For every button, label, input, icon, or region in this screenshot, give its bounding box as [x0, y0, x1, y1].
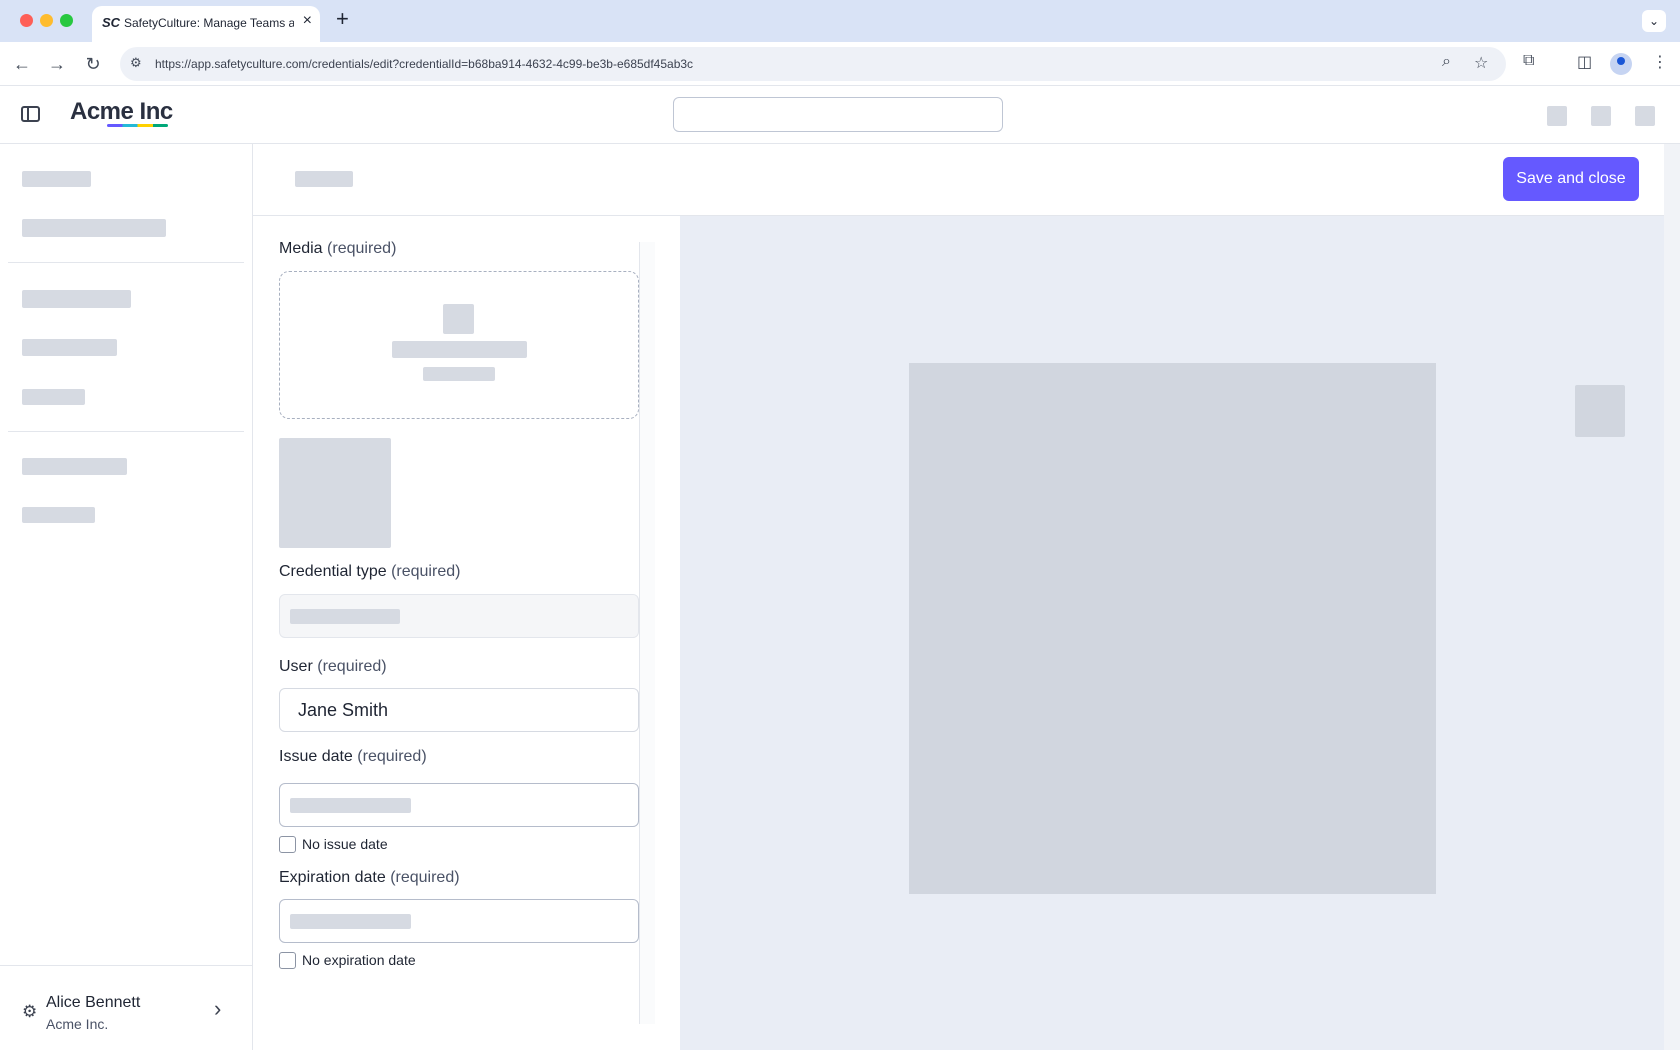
preview-control-placeholder[interactable]	[1575, 385, 1625, 437]
dropzone-text-placeholder	[392, 341, 527, 358]
chevron-right-icon: ›	[214, 996, 222, 1021]
sidebar-item-placeholder[interactable]	[22, 171, 91, 187]
new-tab-icon[interactable]: +	[336, 6, 349, 32]
no-issue-date-label[interactable]: No issue date	[302, 836, 388, 852]
company-logo: Acme Inc	[70, 98, 173, 125]
user-name: Alice Bennett	[46, 994, 141, 1011]
sidebar-item-placeholder[interactable]	[22, 339, 117, 356]
browser-titlebar: SC SafetyCulture: Manage Teams and... × …	[0, 0, 1680, 42]
sidebar-item-placeholder[interactable]	[22, 290, 131, 308]
credential-type-label: Credential type (required)	[279, 563, 461, 580]
save-and-close-button[interactable]: Save and close	[1503, 157, 1639, 201]
media-thumbnail[interactable]	[279, 438, 391, 548]
address-bar[interactable]: ⚙ https://app.safetyculture.com/credenti…	[120, 47, 1506, 81]
user-account-menu[interactable]: ⚙ Alice Bennett Acme Inc. ›	[0, 965, 252, 1050]
header-action-placeholder[interactable]	[1547, 106, 1567, 126]
sidebar-divider	[8, 262, 244, 263]
extensions-icon[interactable]: ⧉	[1523, 52, 1534, 70]
reload-icon[interactable]: ↻	[80, 51, 106, 77]
sidebar-item-placeholder[interactable]	[22, 507, 95, 523]
tab-search-icon[interactable]: ⌄	[1642, 10, 1666, 32]
issue-date-label: Issue date (required)	[279, 748, 427, 765]
expiration-date-label: Expiration date (required)	[279, 869, 460, 886]
gear-icon: ⚙	[22, 1002, 38, 1021]
no-issue-date-checkbox[interactable]	[279, 836, 296, 853]
minimize-window-button[interactable]	[40, 14, 53, 27]
expiration-date-value-placeholder	[290, 914, 411, 929]
app-header: Acme Inc	[0, 86, 1680, 144]
sidebar-item-placeholder[interactable]	[22, 389, 85, 405]
media-label: Media (required)	[279, 240, 397, 257]
side-panel-icon[interactable]: ◫	[1577, 52, 1592, 72]
bookmark-star-icon[interactable]: ☆	[1474, 53, 1488, 73]
media-preview-image	[909, 363, 1436, 894]
expiration-date-input[interactable]	[279, 899, 639, 943]
profile-avatar[interactable]	[1610, 53, 1632, 75]
sidebar: ⚙ Alice Bennett Acme Inc. ›	[0, 144, 253, 1050]
user-label: User (required)	[279, 658, 387, 675]
browser-toolbar: ← → ↻ ⚙ https://app.safetyculture.com/cr…	[0, 42, 1680, 86]
page-header	[253, 144, 1664, 216]
url-text: https://app.safetyculture.com/credential…	[155, 57, 694, 71]
maximize-window-button[interactable]	[60, 14, 73, 27]
header-action-placeholder[interactable]	[1591, 106, 1611, 126]
browser-tab[interactable]: SC SafetyCulture: Manage Teams and... ×	[92, 6, 320, 42]
browser-menu-icon[interactable]: ⋮	[1652, 52, 1668, 72]
favicon-icon: SC	[102, 15, 121, 30]
sidebar-item-placeholder[interactable]	[22, 458, 127, 475]
sidebar-toggle-icon[interactable]	[21, 106, 40, 122]
forward-icon[interactable]: →	[44, 51, 70, 77]
credential-type-value-placeholder	[290, 609, 400, 624]
sidebar-item-placeholder[interactable]	[22, 219, 166, 237]
breadcrumb-placeholder[interactable]	[295, 171, 353, 187]
issue-date-input[interactable]	[279, 783, 639, 827]
logo-underline	[107, 124, 168, 127]
close-window-button[interactable]	[20, 14, 33, 27]
no-expiration-date-checkbox[interactable]	[279, 952, 296, 969]
site-settings-icon[interactable]: ⚙	[130, 55, 142, 71]
tab-close-icon[interactable]: ×	[303, 12, 312, 30]
back-icon[interactable]: ←	[9, 51, 35, 77]
form-scrollbar[interactable]	[639, 242, 655, 1024]
global-search-input[interactable]	[673, 97, 1003, 132]
upload-icon	[443, 304, 474, 334]
tab-title: SafetyCulture: Manage Teams and...	[124, 16, 294, 30]
user-organization: Acme Inc.	[46, 1016, 109, 1032]
credential-type-select[interactable]	[279, 594, 639, 638]
dropzone-subtext-placeholder	[423, 367, 495, 381]
sidebar-divider	[8, 431, 244, 432]
user-field[interactable]	[279, 688, 639, 732]
no-expiration-date-label[interactable]: No expiration date	[302, 952, 416, 968]
issue-date-value-placeholder	[290, 798, 411, 813]
zoom-icon[interactable]: ⌕	[1442, 53, 1451, 71]
header-action-placeholder[interactable]	[1635, 106, 1655, 126]
page-scrollbar[interactable]	[1664, 144, 1680, 1050]
media-dropzone[interactable]	[279, 271, 639, 419]
